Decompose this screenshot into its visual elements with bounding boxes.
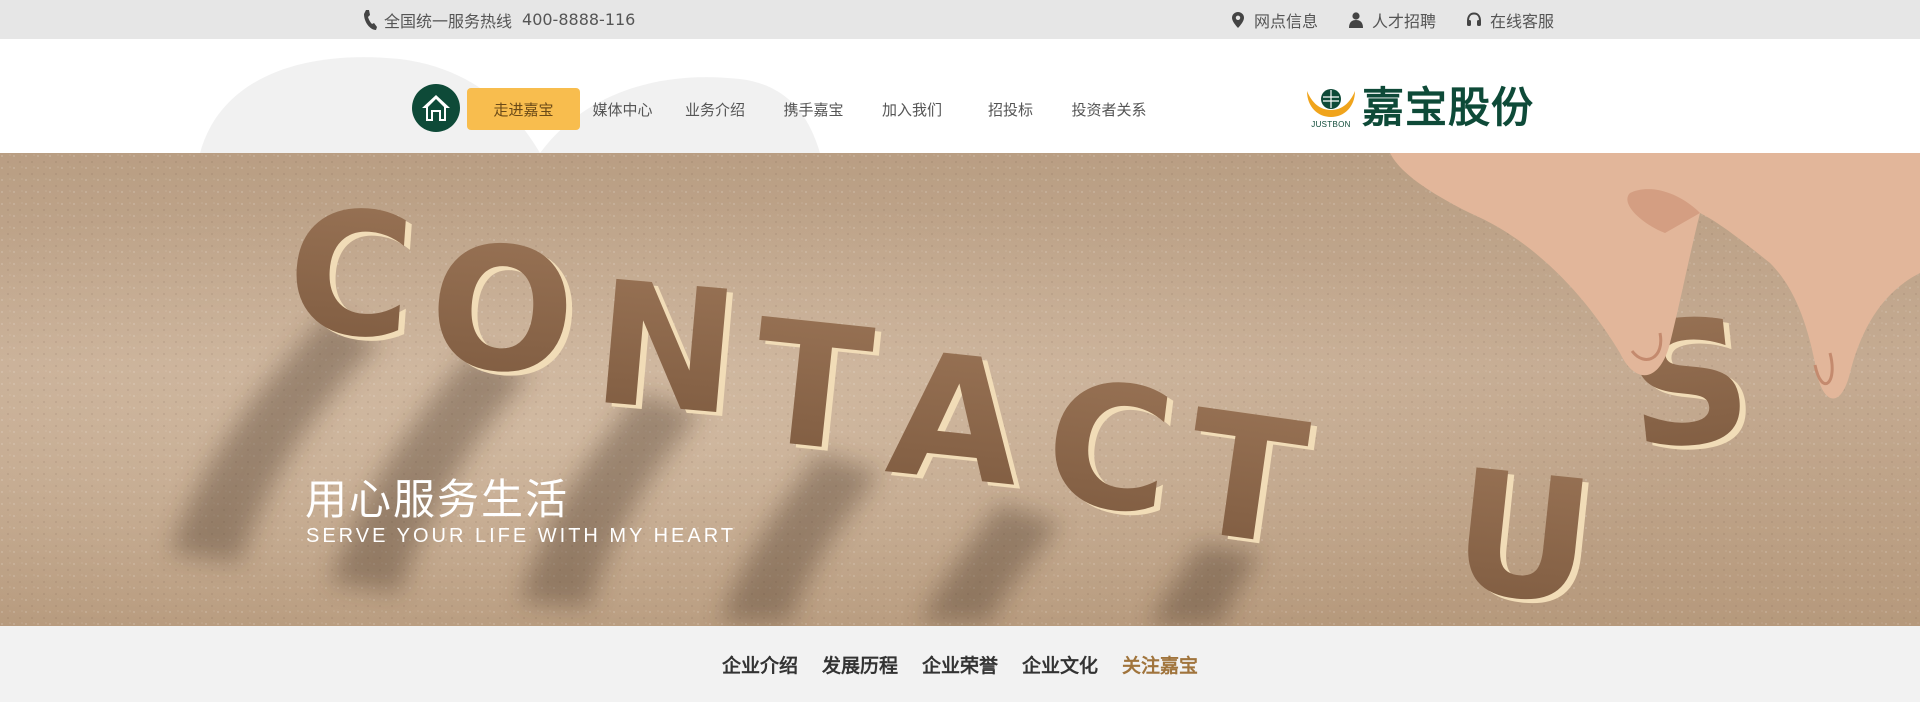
toplink-careers[interactable]: 人才招聘 — [1348, 8, 1436, 32]
svg-text:N: N — [586, 245, 745, 455]
subnav-item-culture[interactable]: 企业文化 — [1022, 651, 1098, 678]
hero-banner: C C O O N N T T A A C C T T U U S S 用心服务… — [0, 153, 1920, 626]
hotline-number: 400-8888-116 — [522, 10, 636, 29]
top-utility-bar: 全国统一服务热线 400-8888-116 网点信息 人才招聘 在线客服 — [0, 0, 1920, 39]
subnav-item-honors[interactable]: 企业荣誉 — [922, 651, 998, 678]
person-icon — [1348, 11, 1364, 29]
nav-label: 携手嘉宝 — [783, 100, 844, 119]
nav-label: 投资者关系 — [1071, 100, 1147, 119]
nav-item-media[interactable]: 媒体中心 — [580, 88, 665, 130]
nav-label: 走进嘉宝 — [493, 100, 554, 119]
toplink-online-service[interactable]: 在线客服 — [1466, 8, 1554, 32]
home-button[interactable] — [412, 84, 460, 132]
svg-text:C: C — [281, 172, 419, 378]
subnav-item-history[interactable]: 发展历程 — [822, 651, 898, 678]
section-subnav: 企业介绍 发展历程 企业荣誉 企业文化 关注嘉宝 — [0, 626, 1920, 702]
svg-text:O: O — [423, 207, 581, 415]
banner-slogan-cn: 用心服务生活 — [305, 475, 570, 524]
toplink-label: 网点信息 — [1253, 11, 1318, 31]
nav-label: 业务介绍 — [684, 100, 745, 119]
toplink-branches[interactable]: 网点信息 — [1230, 8, 1318, 32]
banner-art: C C O O N N T T A A C C T T U U S S — [0, 153, 1920, 626]
nav-item-join-us[interactable]: 加入我们 — [862, 88, 962, 130]
location-pin-icon — [1230, 11, 1246, 29]
nav-item-bidding[interactable]: 招投标 — [962, 88, 1059, 130]
home-icon — [422, 95, 450, 121]
svg-text:C: C — [1035, 343, 1183, 555]
nav-item-business[interactable]: 业务介绍 — [665, 88, 765, 130]
nav-label: 招投标 — [987, 100, 1033, 119]
nav-label: 加入我们 — [881, 100, 942, 119]
toplink-label: 在线客服 — [1489, 11, 1554, 31]
hotline-label: 全国统一服务热线 — [384, 11, 513, 31]
logo-name: 嘉宝股份 — [1362, 83, 1535, 132]
top-links: 网点信息 人才招聘 在线客服 — [1200, 0, 1554, 39]
svg-text:A: A — [880, 315, 1032, 526]
nav-item-about[interactable]: 走进嘉宝 — [467, 88, 580, 130]
logo-emblem: JUSTBON — [1304, 85, 1358, 131]
svg-text:T: T — [744, 283, 880, 492]
logo-mark-icon — [1307, 89, 1355, 117]
site-header: 走进嘉宝 媒体中心 业务介绍 携手嘉宝 加入我们 招投标 投资者关系 JUSTB… — [0, 39, 1920, 153]
svg-text:U: U — [1444, 433, 1602, 626]
service-hotline: 全国统一服务热线 400-8888-116 — [360, 0, 635, 39]
toplink-label: 人才招聘 — [1371, 11, 1436, 31]
headset-icon — [1466, 11, 1482, 29]
subnav-item-intro[interactable]: 企业介绍 — [722, 651, 798, 678]
nav-item-investor-relations[interactable]: 投资者关系 — [1059, 88, 1159, 130]
subnav-item-follow[interactable]: 关注嘉宝 — [1122, 651, 1198, 678]
banner-slogan-en: SERVE YOUR LIFE WITH MY HEART — [306, 525, 737, 547]
company-logo[interactable]: JUSTBON 嘉宝股份 — [1304, 85, 1534, 131]
main-nav: 走进嘉宝 媒体中心 业务介绍 携手嘉宝 加入我们 招投标 投资者关系 — [467, 88, 1159, 130]
logo-sub: JUSTBON — [1311, 120, 1351, 129]
nav-item-partnership[interactable]: 携手嘉宝 — [765, 88, 862, 130]
phone-icon — [360, 8, 378, 32]
nav-label: 媒体中心 — [592, 100, 653, 119]
